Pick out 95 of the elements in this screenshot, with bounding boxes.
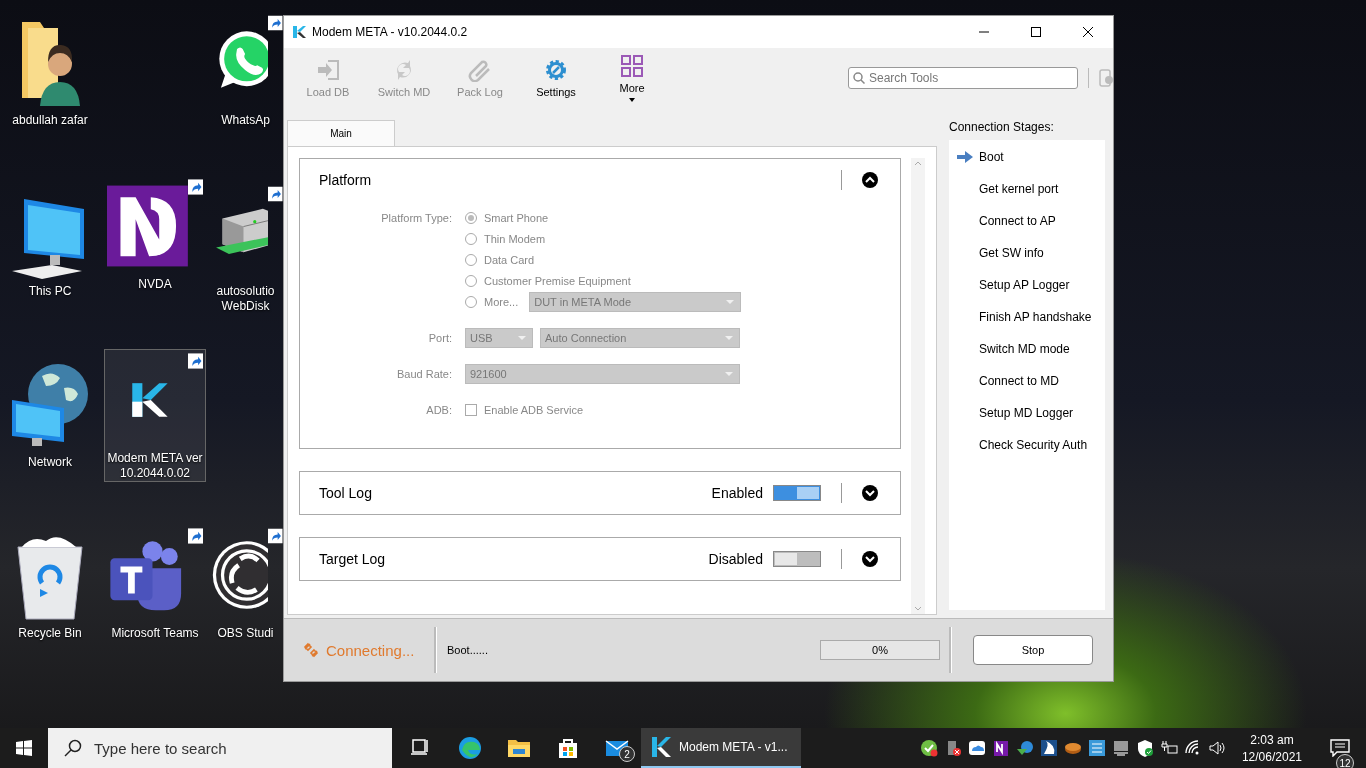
search-icon [853,72,865,84]
count-badge: 2 [619,746,635,762]
option-label: Smart Phone [484,211,549,224]
desktop-shortcut[interactable]: abdullah zafar [0,12,100,128]
clock-time: 2:03 am [1250,732,1294,747]
toggle-switch[interactable] [773,551,821,567]
count-badge: 12 [1336,754,1354,768]
option-label: Thin Modem [484,232,546,245]
search-icon [64,739,82,757]
stages-title: Connection Stages: [949,120,1055,134]
caret-icon [629,98,635,102]
desktop-shortcut[interactable]: Modem META ver 10.2044.0.02 [105,350,205,481]
panel-title: Platform [319,172,373,188]
k-logo-icon [649,735,673,759]
desktop-shortcut[interactable]: Recycle Bin [0,525,100,641]
close-icon[interactable] [1082,26,1094,38]
monitor-icon[interactable] [1111,739,1130,757]
shortcut-label: NVDA [138,277,172,292]
expand-chevron-icon[interactable] [862,485,878,501]
shortcut-label: WhatsAp [221,113,270,128]
cloud-icon[interactable] [967,739,986,757]
sail-icon[interactable] [1039,739,1058,757]
expand-chevron-icon[interactable] [862,551,878,567]
sign-in-icon [316,58,340,82]
window-title: Modem META - v10.2044.0.2 [312,25,469,39]
settings-icon [544,58,568,82]
shortcut-label: This PC [28,284,72,299]
shortcut-label: Microsoft Teams [111,626,199,641]
dropdown-caret-icon [725,335,733,340]
status-label: Disabled [708,551,763,567]
desktop-shortcut[interactable]: NVDA [105,176,205,292]
speaker-icon[interactable] [1207,739,1226,757]
status-message: Boot...... [446,644,489,656]
globe-arrow-icon[interactable] [1015,739,1034,757]
progress-reading: 0% [872,644,888,656]
grid-icon [620,54,644,78]
notification-icon[interactable] [1330,739,1350,757]
option-label: Customer Premise Equipment [484,274,631,287]
shortcut-label: Modem META ver 10.2044.0.02 [106,451,204,481]
stage-label: Get kernel port [979,182,1059,196]
field-label: Port: [427,330,452,346]
circuit-board-icon[interactable] [1087,739,1106,757]
maximize-icon[interactable] [1031,27,1041,37]
stage-label: Setup AP Logger [979,278,1070,292]
desktop-shortcut[interactable]: Network [0,354,100,470]
stage-label: Connect to MD [979,374,1060,388]
toolbar-button[interactable]: Settings [518,52,594,104]
status-label: Enabled [711,485,763,501]
browser-logo-icon [457,736,482,760]
checkbox-label: Enable ADB Service [484,403,584,416]
stage-label: Check Security Auth [979,438,1088,452]
panel-title: Target Log [319,551,387,567]
taskbar-search-field[interactable]: Type here to search [48,728,392,768]
desktop-shortcut[interactable]: WhatsAp [208,12,283,128]
stage-label: Setup MD Logger [979,406,1074,420]
dropdown-caret-icon [725,371,733,376]
desktop-shortcut[interactable]: This PC [0,183,100,299]
field-label: Platform Type: [380,210,452,226]
toolbar-button[interactable]: More [594,52,670,104]
toggle-switch[interactable] [773,485,821,501]
field-label: ADB: [425,402,452,418]
dropdown-caret-icon [518,335,526,340]
field-label: Baud Rate: [395,366,452,382]
panel-title: Tool Log [319,485,373,501]
shortcut-label: Network [28,455,72,470]
paperclip-icon [468,58,492,82]
tab[interactable]: Main [287,120,395,146]
search-field[interactable]: Search Tools [848,67,1078,89]
shortcut-label: autosolutio WebDisk [215,284,276,314]
shortcut-label: abdullah zafar [12,113,88,128]
check-badge-icon[interactable] [919,739,938,757]
option-label: Data Card [484,253,535,266]
shield-check-icon[interactable] [1135,739,1154,757]
notebook-icon[interactable] [991,739,1010,757]
clock-date: 12/06/2021 [1241,749,1302,764]
taskbar-app[interactable]: Modem META - v1... [641,728,801,768]
app-logo-icon [292,25,306,39]
windows-logo-icon[interactable] [16,740,32,756]
stage-label: Get SW info [979,246,1044,260]
stage-label: Boot [979,150,1004,164]
connecting-icon [302,641,320,659]
stage-label: Switch MD mode [979,342,1070,356]
dropdown-caret-icon [726,299,735,304]
shortcut-label: OBS Studi [217,626,274,641]
battery-plug-icon[interactable] [1159,739,1178,757]
desktop-shortcut[interactable]: Microsoft Teams [105,525,205,641]
taskbar-app[interactable]: 2 [592,728,641,768]
stage-label: Finish AP handshake [979,310,1092,324]
desktop-shortcut[interactable]: OBS Studi [208,525,283,641]
stage-label: Connect to AP [979,214,1056,228]
connection-status: Connecting... [326,641,415,659]
desktop-shortcut[interactable]: autosolutio WebDisk [208,183,283,314]
shortcut-label: Recycle Bin [18,626,82,641]
stop-button[interactable]: Stop [973,635,1093,665]
option-label: More... [484,295,519,308]
